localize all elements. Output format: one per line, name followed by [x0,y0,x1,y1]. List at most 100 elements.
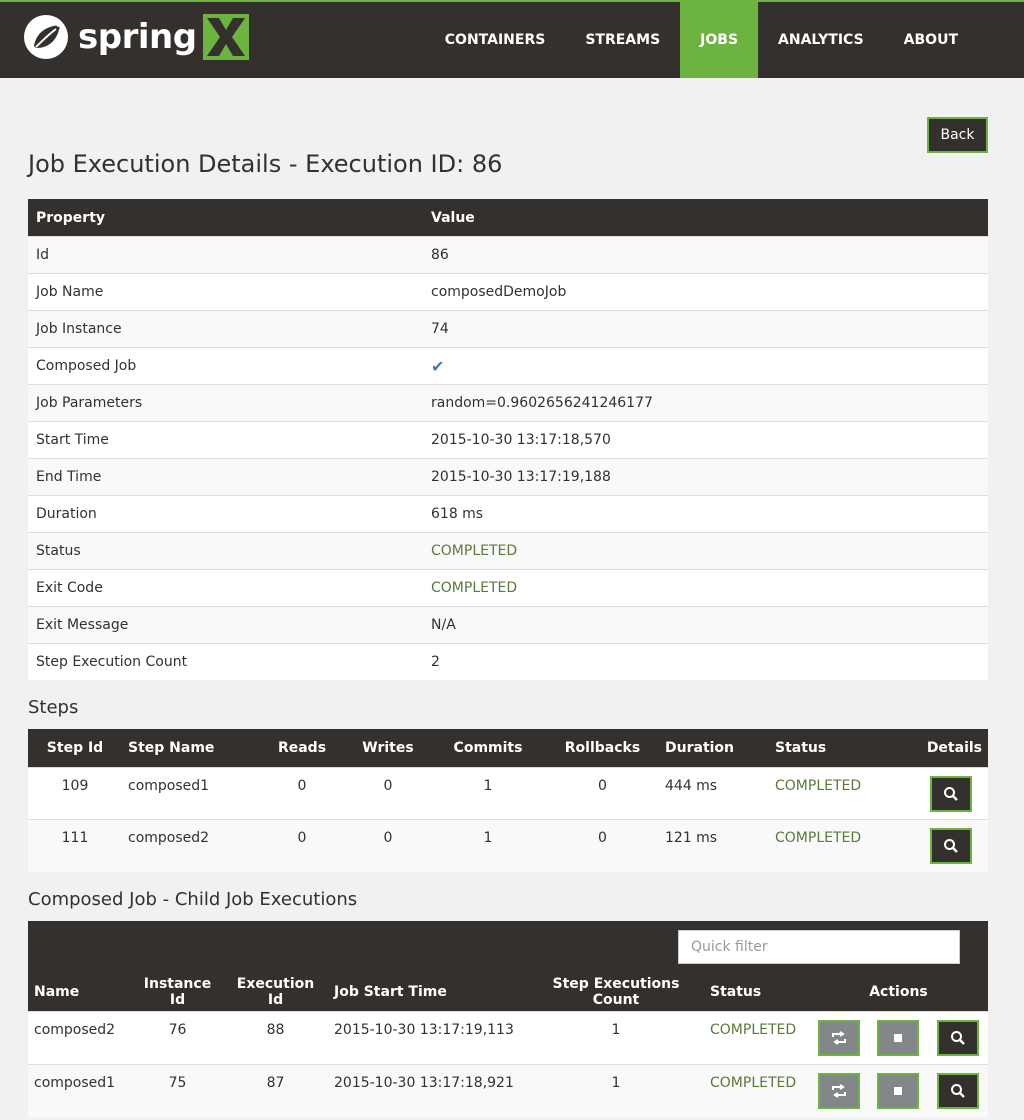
child-executions-table: Name Instance Id Execution Id Job Start … [28,973,988,1118]
exit-code-value: COMPLETED [423,569,988,607]
child-execution-id: 87 [223,1064,328,1118]
property-label: Id [28,236,423,274]
step-id: 109 [28,767,122,820]
property-value: 2015-10-30 13:17:18,570 [423,421,988,459]
child-instance-id: 76 [132,1011,223,1065]
top-navbar: spring CONTAINERS STREAMS JOBS ANALYTICS… [0,0,1024,78]
column-header-step-id: Step Id [28,729,122,768]
property-label: Start Time [28,421,423,459]
child-name: composed1 [28,1064,132,1118]
column-header-details: Details [913,729,988,768]
stop-button[interactable] [877,1073,919,1109]
step-reads: 0 [258,819,346,872]
column-header-rollbacks: Rollbacks [546,729,659,768]
child-name: composed2 [28,1011,132,1065]
step-details-button[interactable] [929,776,972,812]
property-value: composedDemoJob [423,273,988,311]
property-label: Job Parameters [28,384,423,422]
table-row: 111 composed2 0 0 1 0 121 ms COMPLETED [28,819,988,872]
child-details-button[interactable] [936,1073,979,1109]
nav-streams[interactable]: STREAMS [565,2,680,78]
child-details-button[interactable] [936,1020,979,1056]
stop-button[interactable] [877,1020,919,1056]
property-value: 2015-10-30 13:17:19,188 [423,458,988,496]
search-icon [950,1084,965,1098]
column-header-name: Name [28,973,132,1012]
restart-button[interactable] [818,1073,860,1109]
property-label: Duration [28,495,423,533]
step-writes: 0 [346,767,430,820]
property-label: End Time [28,458,423,496]
steps-heading: Steps [28,697,79,718]
property-value: N/A [423,606,988,644]
column-header-writes: Writes [346,729,430,768]
child-step-count: 1 [528,1011,704,1065]
step-writes: 0 [346,819,430,872]
column-header-status: Status [704,973,809,1012]
property-value: 2 [423,643,988,680]
column-header-status: Status [769,729,913,768]
nav-about[interactable]: ABOUT [884,2,978,78]
table-row: Id 86 [28,236,988,274]
step-details-button[interactable] [929,828,972,864]
column-header-commits: Commits [430,729,546,768]
table-row: Start Time 2015-10-30 13:17:18,570 [28,421,988,459]
quick-filter-input[interactable] [678,930,960,964]
property-value: random=0.9602656241246177 [423,384,988,422]
restart-icon [832,1084,846,1098]
page-title: Job Execution Details - Execution ID: 86 [28,150,503,178]
child-start-time: 2015-10-30 13:17:19,113 [328,1011,528,1065]
column-header-value: Value [423,199,988,237]
property-label: Step Execution Count [28,643,423,680]
column-header-job-start-time: Job Start Time [328,973,528,1012]
step-duration: 121 ms [659,819,769,872]
step-reads: 0 [258,767,346,820]
step-status: COMPLETED [769,819,913,872]
step-duration: 444 ms [659,767,769,820]
column-header-reads: Reads [258,729,346,768]
spring-leaf-icon [24,15,68,59]
property-value: 86 [423,236,988,274]
property-label: Exit Message [28,606,423,644]
step-status: COMPLETED [769,767,913,820]
restart-button[interactable] [818,1020,860,1056]
composed-heading: Composed Job - Child Job Executions [28,889,358,910]
step-id: 111 [28,819,122,872]
steps-table: Step Id Step Name Reads Writes Commits R… [28,729,988,872]
child-instance-id: 75 [132,1064,223,1118]
child-execution-id: 88 [223,1011,328,1065]
table-row: composed2 76 88 2015-10-30 13:17:19,113 … [28,1011,988,1065]
child-status: COMPLETED [704,1011,809,1065]
step-commits: 1 [430,819,546,872]
table-row: Job Parameters random=0.9602656241246177 [28,384,988,422]
back-button[interactable]: Back [927,117,988,153]
stop-icon [894,1034,902,1042]
property-label: Composed Job [28,347,423,385]
nav-containers[interactable]: CONTAINERS [425,2,566,78]
child-status: COMPLETED [704,1064,809,1118]
column-header-step-name: Step Name [122,729,258,768]
spring-logo[interactable]: spring [22,13,249,61]
table-row: composed1 75 87 2015-10-30 13:17:18,921 … [28,1064,988,1118]
child-step-count: 1 [528,1064,704,1118]
column-header-execution-id: Execution Id [223,973,328,1012]
column-header-step-executions-count: Step Executions Count [528,973,704,1012]
property-label: Exit Code [28,569,423,607]
stop-icon [894,1087,902,1095]
column-header-instance-id: Instance Id [132,973,223,1012]
property-label: Status [28,532,423,570]
table-row: Step Execution Count 2 [28,643,988,680]
table-row: Composed Job ✔ [28,347,988,385]
step-rollbacks: 0 [546,819,659,872]
property-value: ✔ [423,347,988,385]
table-row: 109 composed1 0 0 1 0 444 ms COMPLETED [28,767,988,820]
search-icon [943,839,958,853]
column-header-actions: Actions [809,973,988,1012]
column-header-property: Property [28,199,423,237]
nav-jobs[interactable]: JOBS [680,2,759,78]
check-icon: ✔ [431,356,445,376]
table-row: Status COMPLETED [28,532,988,570]
xd-x-icon [202,14,249,60]
status-value: COMPLETED [423,532,988,570]
nav-analytics[interactable]: ANALYTICS [758,2,884,78]
